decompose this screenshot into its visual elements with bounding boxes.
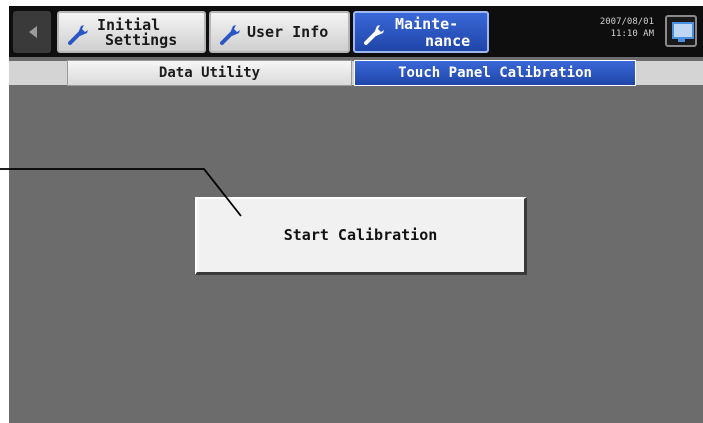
tab-maintenance-line2: nance <box>425 32 471 50</box>
screen: Initial Settings User Info Mainte- nance… <box>9 6 703 423</box>
wrench-icon <box>220 25 240 45</box>
monitor-stand <box>678 38 685 42</box>
datetime-display: 2007/08/01 11:10 AM <box>559 16 654 40</box>
top-toolbar: Initial Settings User Info Mainte- nance… <box>9 6 703 57</box>
sub-tab-bar: Data Utility Touch Panel Calibration <box>9 57 703 89</box>
start-calibration-button[interactable]: Start Calibration <box>195 197 527 275</box>
back-button[interactable] <box>13 11 51 53</box>
date-text: 2007/08/01 <box>599 17 654 27</box>
back-arrow-icon <box>29 26 37 38</box>
tab-maintenance-line1: Mainte- <box>395 15 459 33</box>
monitor-icon <box>672 22 694 39</box>
wrench-icon <box>364 25 384 45</box>
tab-user-label: User Info <box>247 23 329 41</box>
wrench-icon <box>68 25 88 45</box>
tab-user-info[interactable]: User Info <box>209 11 350 53</box>
tab-maintenance[interactable]: Mainte- nance <box>353 11 489 53</box>
tab-initial-settings[interactable]: Initial Settings <box>57 11 206 53</box>
tab-initial-line2: Settings <box>105 31 178 49</box>
tab-touch-panel-calibration[interactable]: Touch Panel Calibration <box>354 60 636 86</box>
time-text: 11:10 AM <box>610 29 654 39</box>
tab-data-utility[interactable]: Data Utility <box>67 60 352 86</box>
monitor-button[interactable] <box>665 15 697 47</box>
